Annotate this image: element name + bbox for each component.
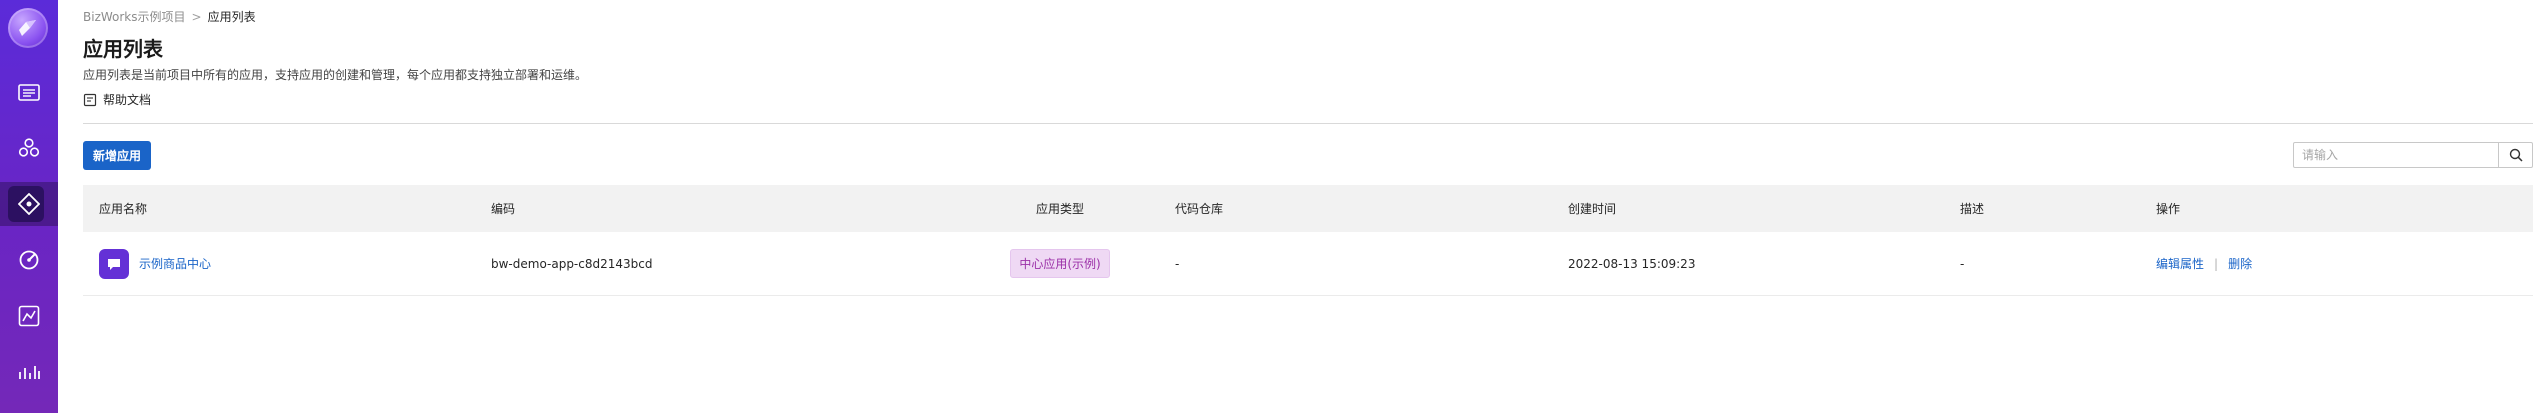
column-header-description: 描述 — [1960, 202, 1985, 216]
breadcrumb-separator: > — [191, 9, 202, 24]
column-header-actions: 操作 — [2156, 202, 2181, 216]
column-header-repo: 代码仓库 — [1175, 202, 1224, 216]
breadcrumb: BizWorks示例项目 > 应用列表 — [83, 8, 256, 25]
breadcrumb-project-link[interactable]: BizWorks示例项目 — [83, 8, 186, 25]
app-type-cell: 中心应用(示例) — [965, 232, 1155, 295]
sidebar-item-diagram[interactable] — [0, 294, 58, 338]
column-header-name: 应用名称 — [99, 202, 148, 216]
app-created-time: 2022-08-13 15:09:23 — [1568, 256, 1696, 271]
main-content: BizWorks示例项目 > 应用列表 应用列表 应用列表是当前项目中所有的应用… — [83, 0, 2533, 413]
sidebar-item-api-gateway[interactable] — [0, 182, 58, 226]
help-doc-label: 帮助文档 — [103, 93, 152, 107]
app-type-badge: 中心应用(示例) — [1010, 249, 1110, 278]
app-logo-icon[interactable] — [8, 8, 48, 48]
add-app-button[interactable]: 新增应用 — [83, 141, 152, 170]
sidebar-item-dashboard[interactable] — [0, 71, 58, 115]
app-code: bw-demo-app-c8d2143bcd — [491, 256, 653, 271]
edit-properties-link[interactable]: 编辑属性 — [2156, 255, 2204, 272]
api-gateway-icon — [18, 193, 40, 215]
column-header-created: 创建时间 — [1568, 202, 1617, 216]
diagram-icon — [18, 305, 40, 327]
breadcrumb-current: 应用列表 — [207, 10, 256, 24]
search-box — [2293, 142, 2533, 168]
column-header-type: 应用类型 — [1035, 202, 1084, 216]
column-header-code: 编码 — [491, 202, 516, 216]
header-divider — [83, 123, 2533, 124]
monitor-icon — [19, 250, 39, 270]
sidebar-item-analytics[interactable] — [0, 350, 58, 394]
actions-cell: 编辑属性 | 删除 — [2156, 232, 2252, 295]
delete-link[interactable]: 删除 — [2228, 255, 2252, 272]
table-row: 示例商品中心 bw-demo-app-c8d2143bcd 中心应用(示例) -… — [83, 232, 2533, 296]
search-button[interactable] — [2498, 143, 2532, 167]
dashboard-icon — [18, 84, 40, 101]
search-icon — [2509, 148, 2523, 162]
cluster-icon — [18, 138, 40, 157]
sidebar — [0, 0, 58, 413]
app-name-cell: 示例商品中心 — [99, 232, 211, 295]
document-icon — [83, 93, 97, 106]
table-header: 应用名称 编码 应用类型 代码仓库 创建时间 描述 操作 — [83, 185, 2533, 232]
search-input[interactable] — [2294, 143, 2498, 167]
app-description: - — [1960, 256, 1965, 271]
app-name-link[interactable]: 示例商品中心 — [139, 255, 211, 272]
chat-app-icon — [99, 248, 129, 279]
sidebar-item-cluster[interactable] — [0, 126, 58, 170]
action-separator: | — [2214, 256, 2219, 271]
analytics-icon — [19, 366, 40, 379]
help-doc-link[interactable]: 帮助文档 — [83, 91, 151, 108]
app-table: 应用名称 编码 应用类型 代码仓库 创建时间 描述 操作 示例商品中心 bw-d… — [83, 185, 2533, 296]
sidebar-item-monitor[interactable] — [0, 238, 58, 282]
page-title: 应用列表 — [83, 37, 163, 61]
app-repo: - — [1175, 256, 1180, 271]
page-description: 应用列表是当前项目中所有的应用，支持应用的创建和管理，每个应用都支持独立部署和运… — [83, 68, 588, 82]
